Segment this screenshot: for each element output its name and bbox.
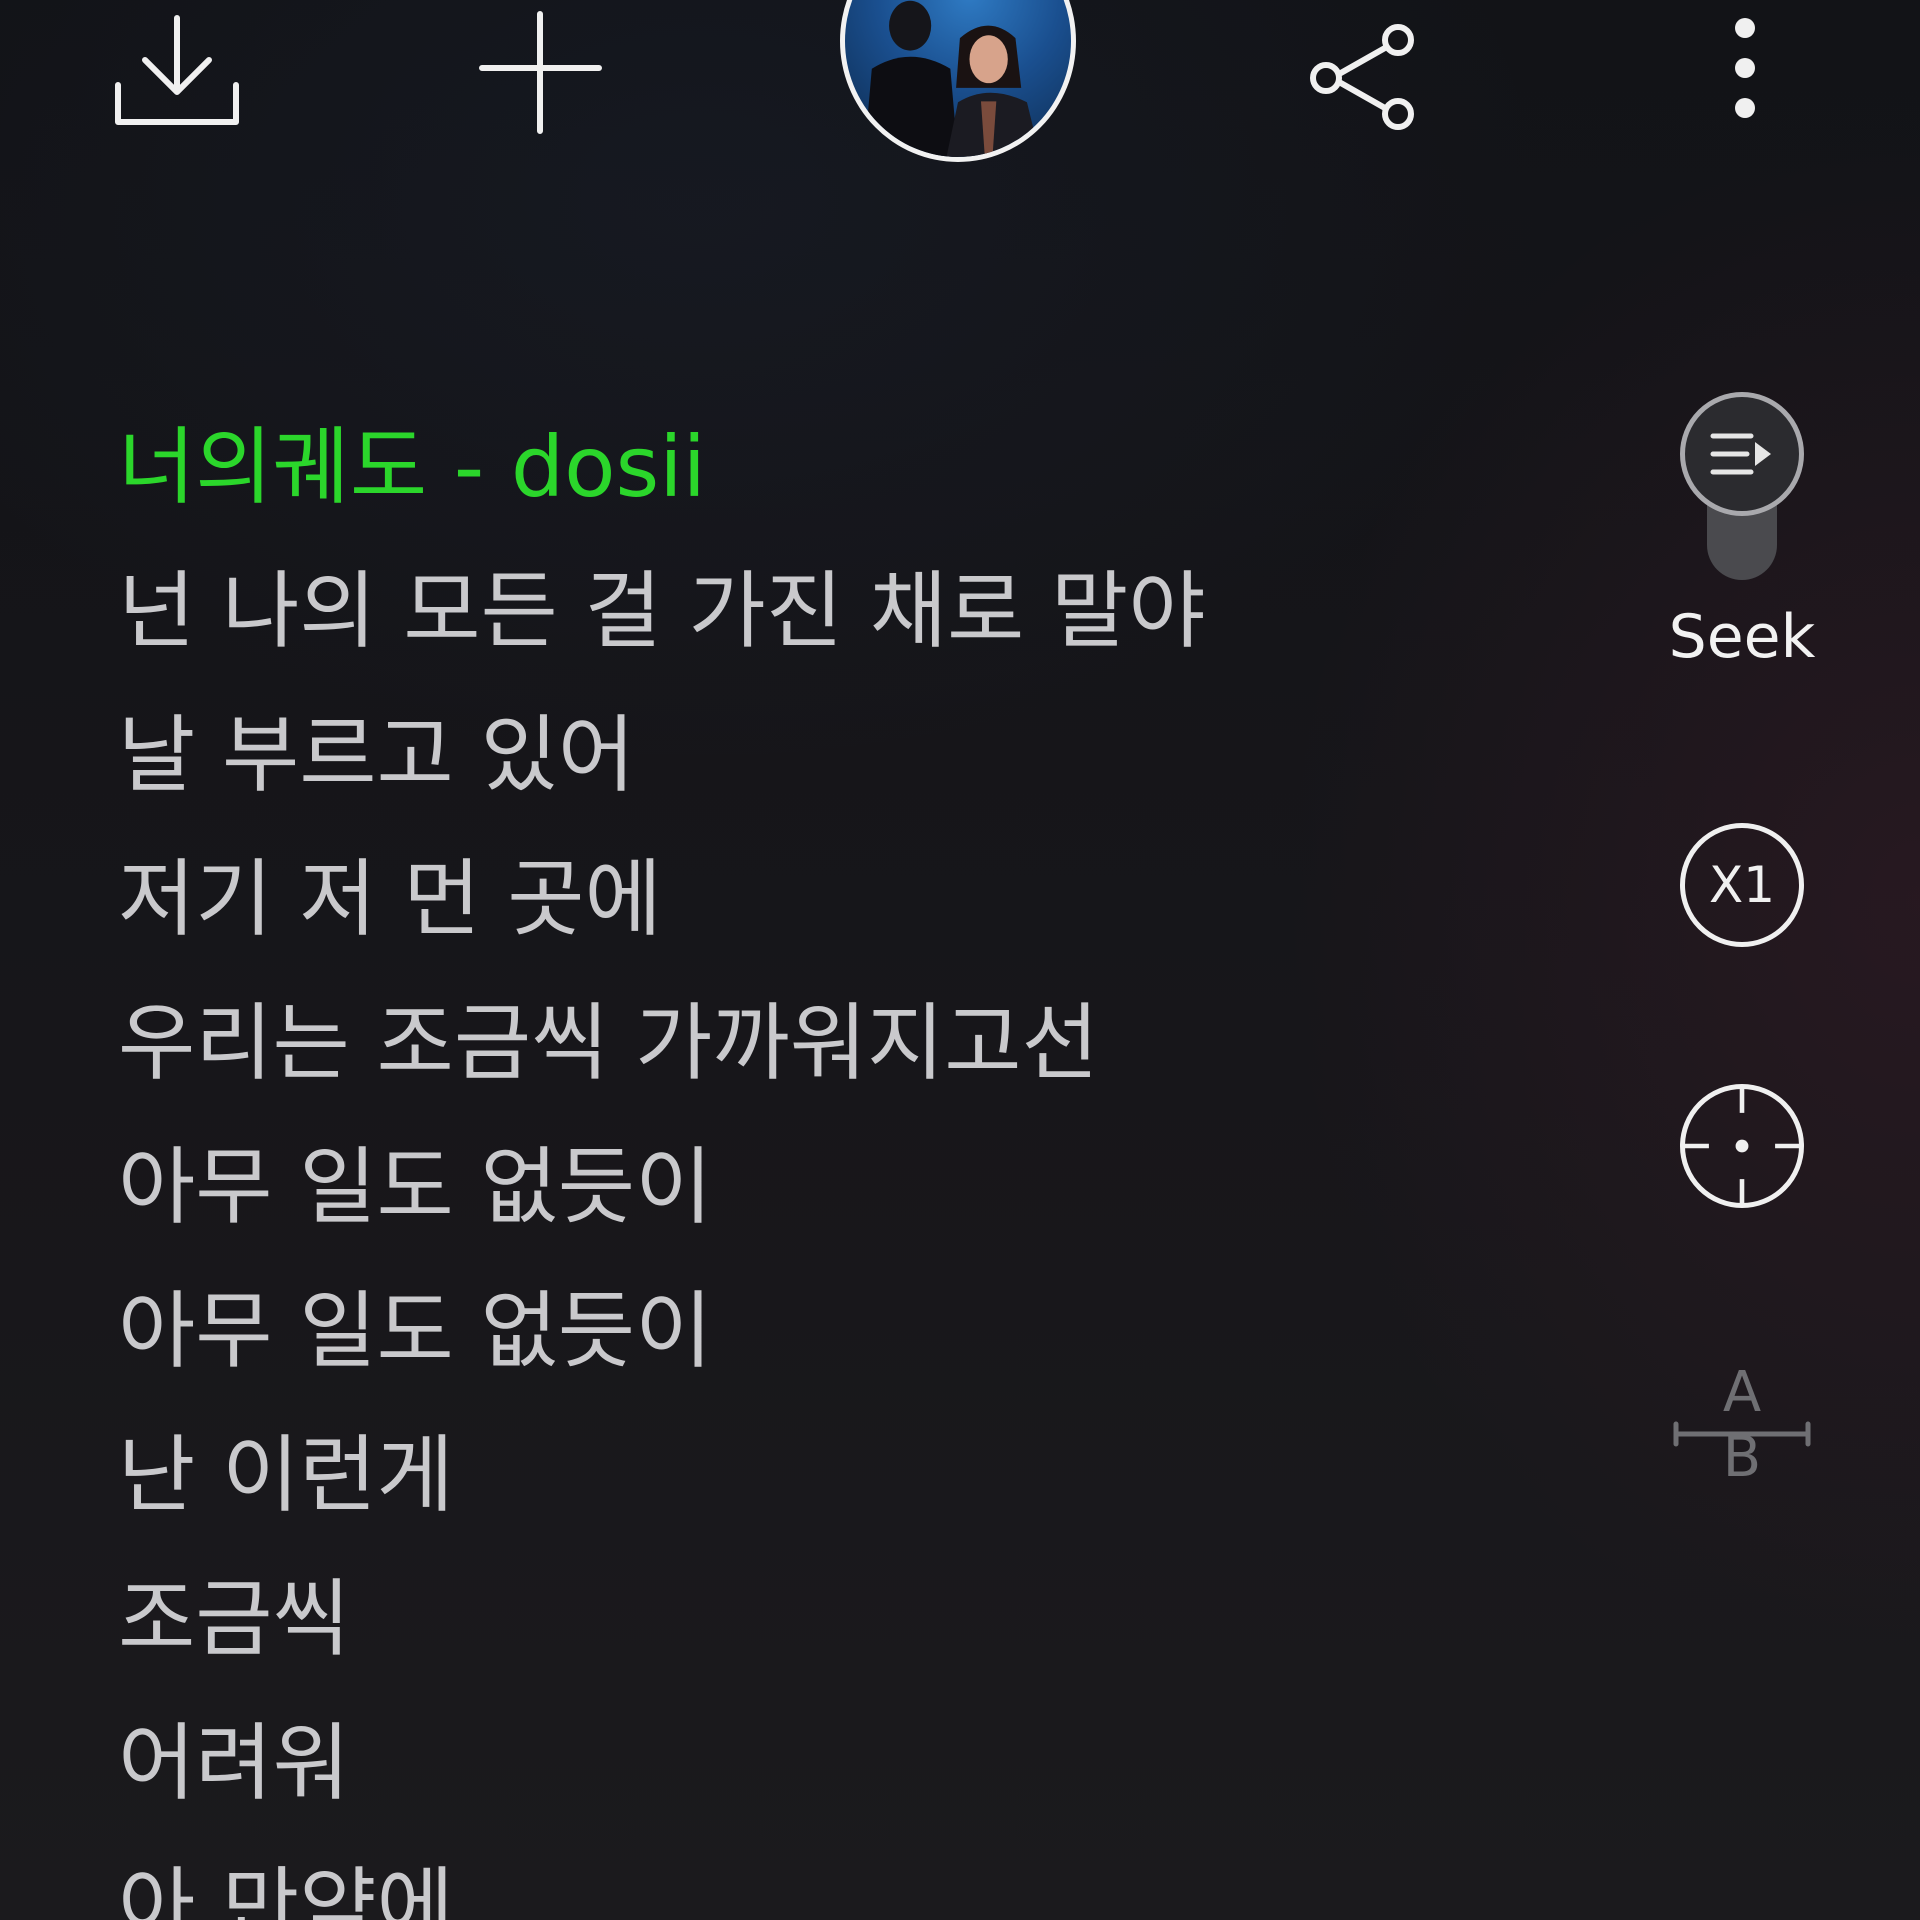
download-button[interactable] xyxy=(112,10,242,130)
seek-label: Seek xyxy=(1668,602,1816,672)
lyric-line[interactable]: 저기 저 먼 곳에 xyxy=(118,827,1518,971)
lyric-line[interactable]: 아무 일도 없듯이 xyxy=(118,1115,1518,1259)
share-icon xyxy=(1310,24,1414,130)
download-icon xyxy=(115,15,239,125)
seek-toggle[interactable]: Seek xyxy=(1669,392,1815,682)
lyric-line[interactable]: 넌 나의 모든 걸 가진 채로 말야 xyxy=(118,539,1518,683)
ab-repeat-button[interactable]: A B xyxy=(1672,1360,1812,1490)
lyric-line[interactable]: 난 이런게 xyxy=(118,1403,1518,1547)
lyric-line[interactable]: 어려워 xyxy=(118,1691,1518,1835)
ab-repeat-icon xyxy=(1673,1421,1811,1447)
lyric-line[interactable]: 우리는 조금씩 가까워지고선 xyxy=(118,971,1518,1115)
speed-button[interactable]: X1 xyxy=(1680,823,1804,947)
plus-icon xyxy=(479,11,602,134)
lyric-line[interactable]: 날 부르고 있어 xyxy=(118,683,1518,827)
seek-toggle-knob[interactable] xyxy=(1680,392,1804,516)
share-button[interactable] xyxy=(1300,10,1425,130)
locate-current-line-button[interactable] xyxy=(1680,1084,1804,1208)
lyric-title-line[interactable]: 너의궤도 - dosii xyxy=(118,395,1518,539)
lyric-line[interactable]: 아 만약에 xyxy=(118,1835,1518,1920)
lyrics-panel[interactable]: 너의궤도 - dosii 넌 나의 모든 걸 가진 채로 말야 날 부르고 있어… xyxy=(118,395,1518,1920)
seek-icon xyxy=(1710,433,1771,475)
lyric-line[interactable]: 조금씩 xyxy=(118,1547,1518,1691)
more-button[interactable] xyxy=(1710,10,1780,130)
speed-label: X1 xyxy=(1708,856,1776,914)
crosshair-icon xyxy=(1685,1089,1799,1203)
more-vertical-icon xyxy=(1735,18,1755,118)
lyric-line[interactable]: 아무 일도 없듯이 xyxy=(118,1259,1518,1403)
add-button[interactable] xyxy=(478,10,603,135)
